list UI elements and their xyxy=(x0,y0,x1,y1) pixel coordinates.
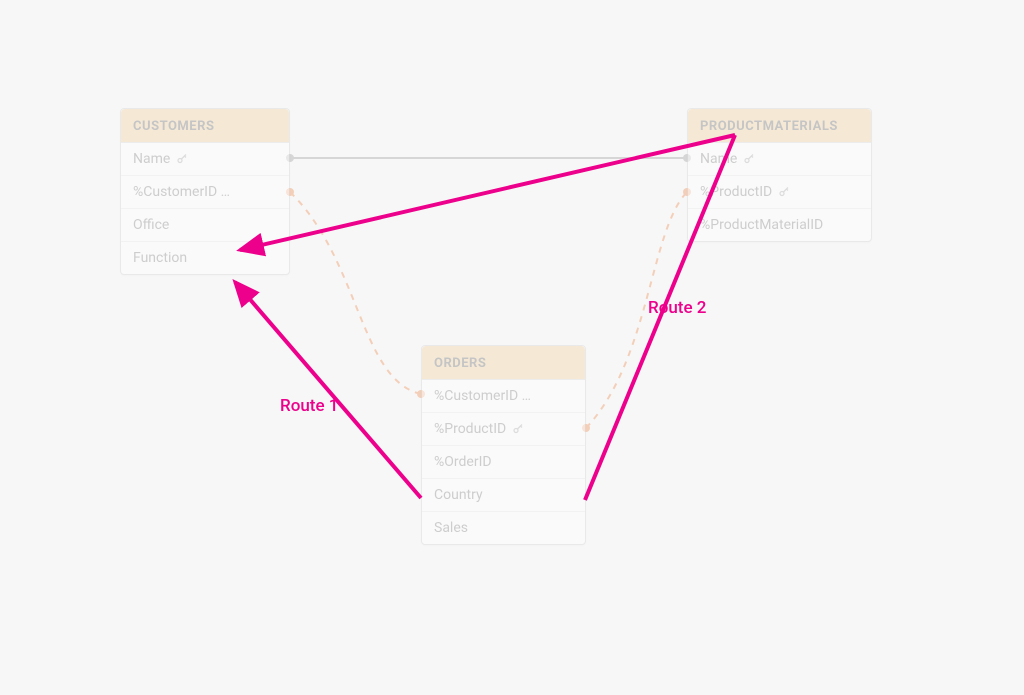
field-label: %CustomerID … xyxy=(434,388,531,404)
table-customers-header: CUSTOMERS xyxy=(121,109,289,143)
table-customers: CUSTOMERS Name %CustomerID … Office Func… xyxy=(120,108,290,275)
table-productmaterials: PRODUCTMATERIALS Name %ProductID %Produc… xyxy=(687,108,872,242)
table-row: %ProductID xyxy=(422,413,585,446)
table-orders: ORDERS %CustomerID … %ProductID %OrderID… xyxy=(421,345,586,545)
table-row: %CustomerID … xyxy=(422,380,585,413)
table-row: Name xyxy=(121,143,289,176)
field-label: Sales xyxy=(434,520,468,536)
table-row: %CustomerID … xyxy=(121,176,289,209)
table-row: Sales xyxy=(422,512,585,544)
table-row: %ProductID xyxy=(688,176,871,209)
field-label: Office xyxy=(133,217,169,233)
route1-label: Route 1 xyxy=(280,396,338,416)
key-icon xyxy=(778,186,790,198)
field-label: %ProductID xyxy=(700,184,772,200)
key-icon xyxy=(512,423,524,435)
route2-label: Route 2 xyxy=(648,298,706,318)
field-label: %OrderID xyxy=(434,454,492,470)
table-row: Name xyxy=(688,143,871,176)
table-row: Office xyxy=(121,209,289,242)
diagram-canvas: CUSTOMERS Name %CustomerID … Office Func… xyxy=(0,0,1024,695)
key-icon xyxy=(176,153,188,165)
table-productmaterials-header: PRODUCTMATERIALS xyxy=(688,109,871,143)
field-label: %CustomerID … xyxy=(133,184,230,200)
table-row: Function xyxy=(121,242,289,274)
field-label: Function xyxy=(133,250,187,266)
field-label: Name xyxy=(133,151,170,167)
table-row: %ProductMaterialID xyxy=(688,209,871,241)
table-row: %OrderID xyxy=(422,446,585,479)
field-label: %ProductID xyxy=(434,421,506,437)
table-row: Country xyxy=(422,479,585,512)
table-orders-header: ORDERS xyxy=(422,346,585,380)
field-label: Name xyxy=(700,151,737,167)
field-label: %ProductMaterialID xyxy=(700,217,823,233)
field-label: Country xyxy=(434,487,483,503)
key-icon xyxy=(743,153,755,165)
